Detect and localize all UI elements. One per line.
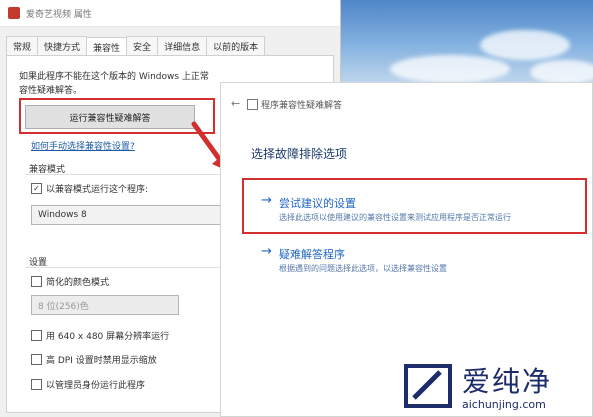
res-640-row[interactable]: 用 640 x 480 屏幕分辨率运行 [31,329,169,342]
manual-settings-link[interactable]: 如何手动选择兼容性设置? [31,139,135,152]
compat-mode-row[interactable]: ✓ 以兼容模式运行这个程序: [31,182,148,195]
reduced-color-row[interactable]: 简化的颜色模式 [31,275,109,288]
back-arrow-icon[interactable]: ← [231,97,240,110]
run-admin-label: 以管理员身份运行此程序 [46,381,146,391]
checkbox-checked-icon[interactable]: ✓ [31,183,42,194]
divider [25,267,221,268]
high-dpi-row[interactable]: 高 DPI 设置时禁用显示缩放 [31,353,157,366]
option-desc: 根据遇到的问题选择此选项，以选择兼容性设置 [279,264,447,273]
options-heading: 选择故障排除选项 [251,147,348,161]
troubleshooter-icon [247,99,258,110]
highlight-box [19,98,215,134]
app-icon [8,7,20,19]
watermark: 爱纯净 aichunjing.com [400,358,590,416]
option-desc: 选择此选项以使用建议的兼容性设置来测试应用程序是否正常运行 [279,213,511,222]
tab-shortcut[interactable]: 快捷方式 [37,36,88,57]
troubleshooter-title: 程序兼容性疑难解答 [261,101,343,111]
tab-previous-versions[interactable]: 以前的版本 [206,36,266,57]
os-select[interactable]: Windows 8 [31,205,221,225]
high-dpi-label: 高 DPI 设置时禁用显示缩放 [46,356,157,366]
tab-details[interactable]: 详细信息 [157,36,208,57]
checkbox-icon[interactable] [31,379,42,390]
checkbox-icon[interactable] [31,330,42,341]
compat-mode-label: 以兼容模式运行这个程序: [46,185,149,195]
desktop-background [330,0,593,90]
arrow-right-icon: → [261,193,272,208]
checkbox-icon[interactable] [31,354,42,365]
watermark-url: aichunjing.com [462,398,546,411]
properties-tabs: 常规 快捷方式 兼容性 安全 详细信息 以前的版本 [6,36,266,58]
reduced-color-label: 简化的颜色模式 [46,278,110,288]
watermark-brand: 爱纯净 [462,365,553,398]
run-admin-row[interactable]: 以管理员身份运行此程序 [31,378,145,391]
option-title[interactable]: 疑难解答程序 [279,246,345,262]
checkbox-icon[interactable] [31,276,42,287]
tab-security[interactable]: 安全 [126,36,159,57]
properties-title: 爱奇艺视频 属性 [26,9,92,20]
tab-general[interactable]: 常规 [6,36,39,57]
color-depth-select[interactable]: 8 位(256)色 [31,295,179,315]
option-title[interactable]: 尝试建议的设置 [279,195,356,211]
properties-titlebar: 爱奇艺视频 属性 [0,0,340,27]
watermark-logo-icon [404,364,452,408]
arrow-right-icon: → [261,244,272,259]
res-640-label: 用 640 x 480 屏幕分辨率运行 [46,332,170,342]
